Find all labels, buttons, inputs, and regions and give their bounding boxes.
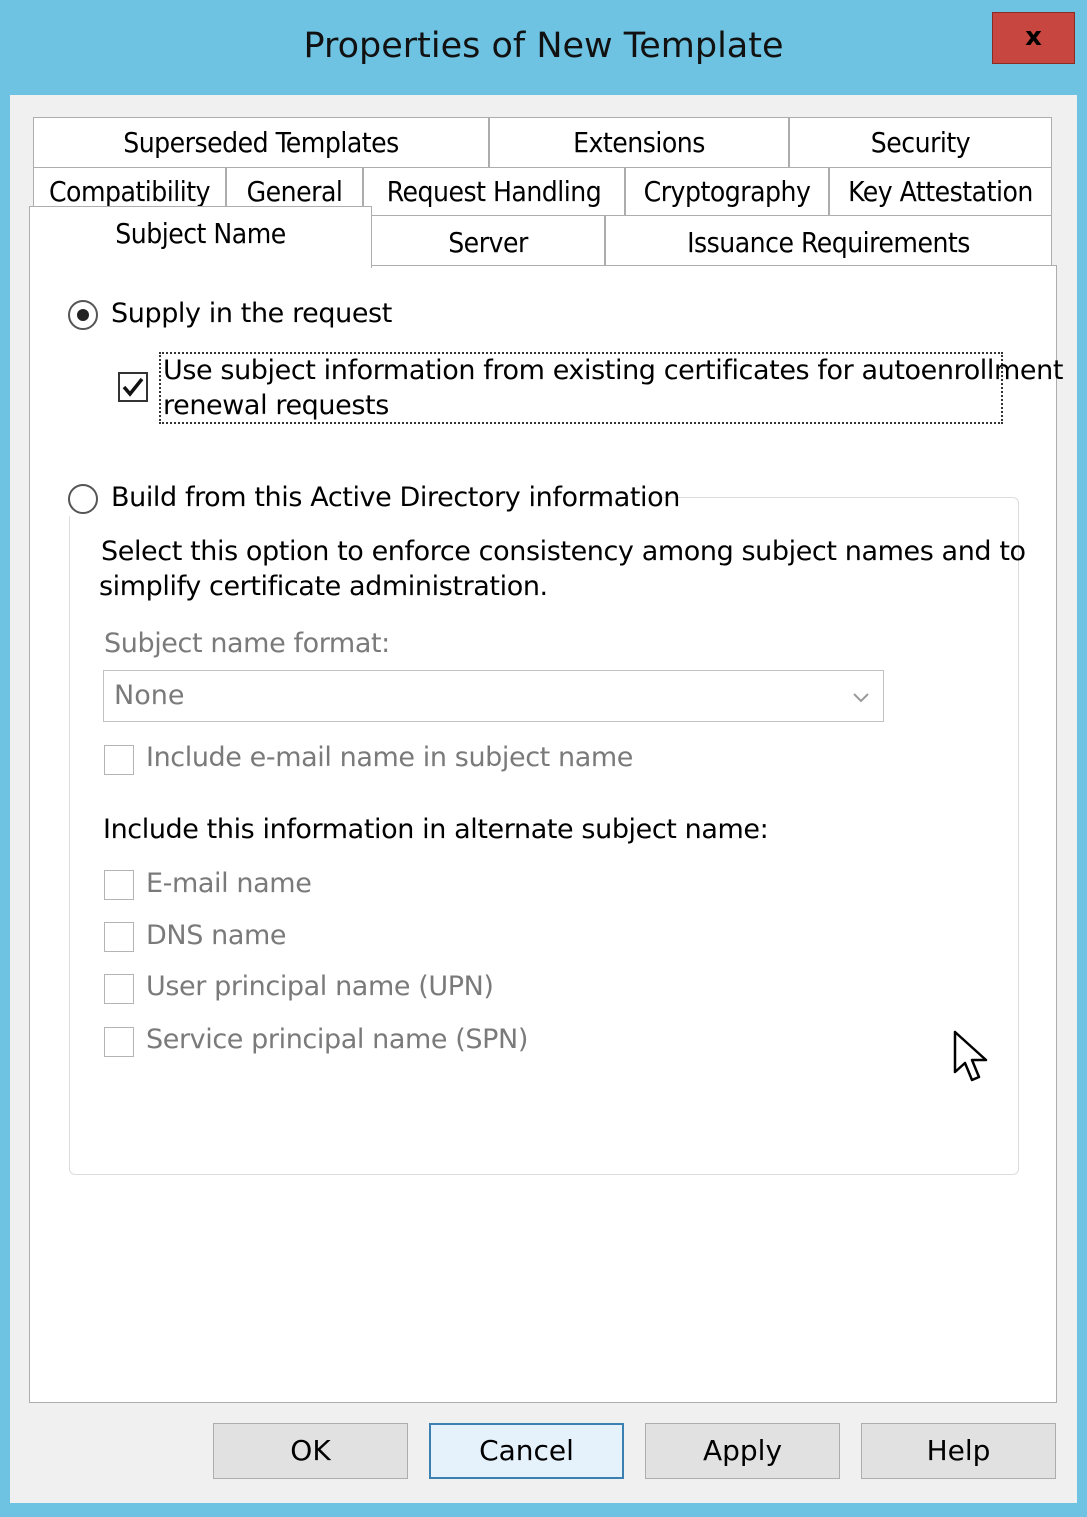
tab-subject-name[interactable]: Subject Name xyxy=(29,206,372,268)
tab-request-handling[interactable]: Request Handling xyxy=(363,167,625,215)
radio-selected-dot xyxy=(77,309,89,321)
tab-key-attestation[interactable]: Key Attestation xyxy=(829,167,1052,215)
alt-upn-checkbox[interactable] xyxy=(104,974,134,1004)
alt-subject-heading: Include this information in alternate su… xyxy=(103,814,769,845)
supply-in-request-radio[interactable] xyxy=(68,300,98,330)
alt-dns-checkbox[interactable] xyxy=(104,922,134,952)
alt-email-checkbox[interactable] xyxy=(104,870,134,900)
checkmark-icon xyxy=(122,377,144,397)
alt-upn-label[interactable]: User principal name (UPN) xyxy=(146,971,494,1002)
alt-dns-label[interactable]: DNS name xyxy=(146,920,286,951)
tab-superseded-templates[interactable]: Superseded Templates xyxy=(33,117,489,167)
subject-name-format-label: Subject name format: xyxy=(104,628,390,659)
include-email-checkbox[interactable] xyxy=(104,745,134,775)
include-email-label[interactable]: Include e-mail name in subject name xyxy=(146,742,633,773)
subject-name-format-dropdown[interactable]: None xyxy=(103,670,884,722)
tab-issuance-requirements[interactable]: Issuance Requirements xyxy=(605,215,1052,265)
use-existing-subject-checkbox[interactable] xyxy=(118,372,148,402)
cancel-button[interactable]: Cancel xyxy=(429,1423,624,1479)
ok-button[interactable]: OK xyxy=(213,1423,408,1479)
build-description-line2: simplify certificate administration. xyxy=(99,571,548,602)
alt-email-label[interactable]: E-mail name xyxy=(146,868,312,899)
close-button[interactable]: x xyxy=(992,12,1075,64)
tab-security[interactable]: Security xyxy=(789,117,1052,167)
dialog-window: Properties of New Template x Superseded … xyxy=(0,0,1087,1517)
use-existing-subject-label-line1[interactable]: Use subject information from existing ce… xyxy=(163,355,1063,386)
use-existing-subject-label-line2[interactable]: renewal requests xyxy=(163,390,389,421)
chevron-down-icon xyxy=(853,693,869,703)
apply-button[interactable]: Apply xyxy=(645,1423,840,1479)
supply-in-request-label[interactable]: Supply in the request xyxy=(111,298,392,329)
title-bar[interactable]: Properties of New Template x xyxy=(0,0,1087,95)
tab-extensions[interactable]: Extensions xyxy=(489,117,789,167)
build-from-ad-radio[interactable] xyxy=(68,484,98,514)
subject-name-format-value: None xyxy=(114,680,185,711)
help-button[interactable]: Help xyxy=(861,1423,1056,1479)
alt-spn-label[interactable]: Service principal name (SPN) xyxy=(146,1024,528,1055)
build-description-line1: Select this option to enforce consistenc… xyxy=(101,536,1026,567)
mouse-pointer-icon xyxy=(953,1030,988,1082)
build-from-ad-label[interactable]: Build from this Active Directory informa… xyxy=(111,482,680,513)
window-title: Properties of New Template xyxy=(303,26,784,66)
alt-spn-checkbox[interactable] xyxy=(104,1027,134,1057)
tab-server[interactable]: Server xyxy=(371,215,605,265)
tab-cryptography[interactable]: Cryptography xyxy=(625,167,829,215)
close-icon: x xyxy=(1025,22,1042,52)
